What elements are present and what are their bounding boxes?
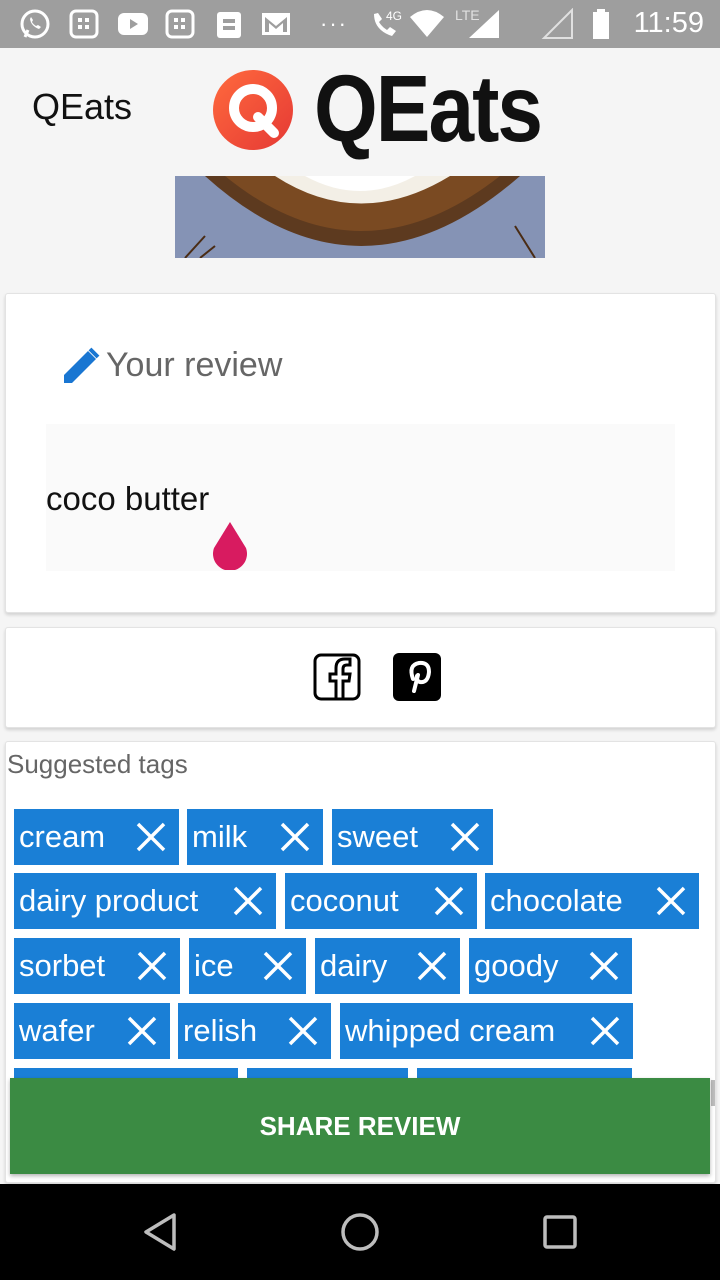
remove-tag-icon[interactable] [287,1015,319,1047]
file-icon [214,8,244,40]
tag-chip[interactable]: sweet [332,809,493,865]
facebook-icon[interactable] [313,653,361,701]
tag-label: sorbet [19,948,106,983]
remove-tag-icon[interactable] [588,950,620,982]
logo-q-icon [213,70,293,150]
tag-label: dairy product [19,883,199,918]
food-image [175,176,545,258]
remove-tag-icon[interactable] [135,821,167,853]
signal-icon: LTE [454,8,508,40]
pinterest-icon[interactable] [393,653,441,701]
share-review-button[interactable]: SHARE REVIEW [10,1078,710,1174]
review-header: Your review [62,346,282,385]
tag-label: coconut [290,883,399,918]
back-icon[interactable] [130,1208,190,1256]
remove-tag-icon[interactable] [416,950,448,982]
tag-label: goody [474,948,559,983]
remove-tag-icon[interactable] [126,1015,158,1047]
gmail-icon [260,8,292,40]
system-nav-bar [0,1184,720,1280]
tag-label: ice [194,948,234,983]
logo-text: QEats [314,57,543,162]
suggested-tags-title: Suggested tags [7,749,188,779]
recents-icon[interactable] [530,1208,590,1256]
signal-empty-icon [540,8,576,40]
whatsapp-icon [18,8,52,40]
tag-chip[interactable]: chocolate [485,873,699,929]
call-icon: 4G [366,8,406,40]
remove-tag-icon[interactable] [136,950,168,982]
tag-chip[interactable]: goody [469,938,632,994]
remove-tag-icon[interactable] [262,950,294,982]
tag-label: relish [183,1013,258,1048]
review-text: coco butter [46,480,210,517]
tag-label: chocolate [490,883,623,918]
remove-tag-icon[interactable] [279,821,311,853]
app-header: QEats QEats [0,48,720,173]
network-type-label: 4G [386,9,402,23]
text-cursor-handle[interactable] [210,522,250,570]
tag-label: dairy [320,948,388,983]
qeats-logo: QEats [210,57,543,162]
tag-chip[interactable]: milk [187,809,323,865]
tag-chip[interactable]: sorbet [14,938,180,994]
tag-label: cream [19,819,106,854]
remove-tag-icon[interactable] [449,821,481,853]
tag-chip[interactable]: cream [14,809,179,865]
app-icon [68,8,100,40]
review-input[interactable]: coco butter [46,424,675,571]
tag-chip[interactable]: ice [189,938,306,994]
tag-label: milk [192,819,248,854]
scrollbar[interactable] [711,1080,715,1106]
home-icon[interactable] [330,1208,390,1256]
tag-label: whipped cream [345,1013,556,1048]
tag-chip[interactable]: whipped cream [340,1003,633,1059]
remove-tag-icon[interactable] [232,885,264,917]
remove-tag-icon[interactable] [433,885,465,917]
status-time: 11:59 [633,7,704,39]
edit-pencil-icon [64,347,100,383]
lte-label: LTE [455,8,480,23]
review-label: Your review [106,346,283,384]
tag-label: wafer [19,1013,95,1048]
app-icon [164,8,196,40]
tag-chip[interactable]: dairy product [14,873,276,929]
status-bar: ··· 4G LTE 11:59 [0,0,720,48]
battery-icon [590,8,612,40]
app-title: QEats [32,86,133,127]
more-icon: ··· [320,11,348,36]
wifi-icon [406,8,448,40]
youtube-icon [116,8,150,40]
remove-tag-icon[interactable] [589,1015,621,1047]
remove-tag-icon[interactable] [655,885,687,917]
tag-label: sweet [337,819,418,854]
tag-chip[interactable]: dairy [315,938,460,994]
review-card: Your review coco butter [5,293,716,613]
share-icons-card [5,627,716,728]
tag-chip[interactable]: relish [178,1003,331,1059]
tag-chip[interactable]: coconut [285,873,477,929]
tag-chip[interactable]: wafer [14,1003,170,1059]
